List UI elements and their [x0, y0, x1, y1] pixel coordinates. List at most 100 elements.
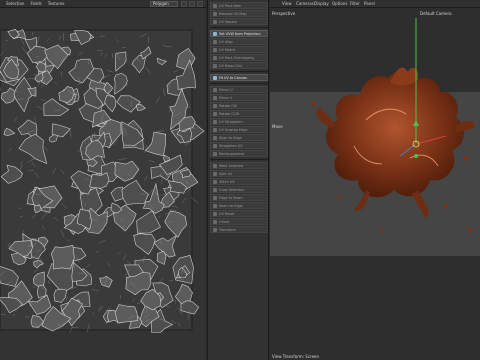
3d-viewport[interactable]: Perspective Default Camera Move View Tra…	[270, 8, 480, 360]
uv-command-button[interactable]: Rectangularize	[210, 150, 268, 157]
uv-command-button[interactable]: Grow Selection	[210, 186, 268, 193]
uv-command-label: Split UV	[219, 171, 233, 176]
uv-command-icon	[213, 163, 217, 168]
uv-menu-selection[interactable]: Selection	[6, 1, 24, 6]
uv-command-icon	[213, 39, 217, 44]
uv-command-icon	[213, 195, 217, 200]
uv-command-label: UV Pack Overlapping	[219, 55, 255, 60]
uv-editor-menubar: Selection Fields Textures Polygon	[0, 0, 206, 8]
uv-command-icon	[213, 127, 217, 132]
uv-command-label: Orient	[219, 219, 230, 224]
uv-command-button[interactable]: UV Square	[210, 18, 268, 25]
uv-command-label: Edge to Seam	[219, 195, 243, 200]
uv-command-icon	[213, 111, 217, 116]
uv-canvas[interactable]	[0, 8, 206, 360]
uv-command-button[interactable]: UV Relax Grid	[210, 62, 268, 69]
uv-command-icon	[213, 31, 217, 36]
uv-command-icon	[213, 11, 217, 16]
pan-tool-icon[interactable]	[189, 1, 195, 7]
uv-command-button[interactable]: Rotate CW	[210, 102, 268, 109]
uv-command-button[interactable]: Split UV	[210, 170, 268, 177]
uv-command-button[interactable]: Weld Selected	[210, 162, 268, 169]
uv-command-label: Set UVW from Projection	[219, 31, 261, 36]
uv-command-button[interactable]: Mirror V	[210, 94, 268, 101]
uv-command-icon	[213, 75, 217, 80]
vp-menu-options[interactable]: Options	[332, 1, 347, 6]
zoom-tool-icon[interactable]	[181, 1, 187, 7]
uv-command-icon	[213, 3, 217, 8]
vp-menu-filter[interactable]: Filter	[350, 1, 360, 6]
uv-command-label: Straighten UV	[219, 143, 243, 148]
uv-command-panel: UV Pack Item Relaxed UV Map UV Square Set U…	[207, 0, 269, 360]
uv-command-label: UV Align	[219, 39, 234, 44]
panel-divider	[210, 83, 268, 84]
uv-command-icon	[213, 227, 217, 232]
uv-command-label: UV Square	[219, 19, 237, 24]
uv-command-button[interactable]: Rotate CCW	[210, 110, 268, 117]
uv-command-button[interactable]: Straighten UV	[210, 142, 268, 149]
uv-command-button[interactable]: UV Pack Overlapping	[210, 54, 268, 61]
uv-command-label: UV Straighten	[219, 119, 243, 124]
uv-command-icon	[213, 55, 217, 60]
uv-command-button[interactable]: Fit UV to Canvas	[210, 74, 268, 81]
uv-command-label: Fit UV to Canvas	[219, 75, 247, 80]
uv-command-button[interactable]: Relaxed UV Map	[210, 10, 268, 17]
uv-command-icon	[213, 179, 217, 184]
uv-command-icon	[213, 171, 217, 176]
uv-command-button[interactable]: Align to Edge	[210, 134, 268, 141]
uv-command-icon	[213, 95, 217, 100]
vp-menu-cameras[interactable]: Cameras	[296, 1, 314, 6]
uv-command-button[interactable]: Edge to Seam	[210, 194, 268, 201]
uv-command-button[interactable]: Set UVW from Projection	[210, 30, 268, 37]
uv-command-icon	[213, 19, 217, 24]
uv-command-icon	[213, 211, 217, 216]
uv-command-icon	[213, 187, 217, 192]
uv-command-icon	[213, 63, 217, 68]
uv-command-button[interactable]: Mirror U	[210, 86, 268, 93]
uv-command-icon	[213, 135, 217, 140]
uv-command-button[interactable]: UV Pack Item	[210, 2, 268, 9]
uv-command-button[interactable]: Stitch UV	[210, 178, 268, 185]
uv-command-label: Rectangularize	[219, 151, 245, 156]
uv-command-button[interactable]: Orient	[210, 218, 268, 225]
camera-name-label[interactable]: Default Camera	[420, 11, 452, 16]
uv-menu-textures[interactable]: Textures	[48, 1, 65, 6]
vp-menu-display[interactable]: Display	[314, 1, 329, 6]
vp-menu-view[interactable]: View	[282, 1, 292, 6]
uv-command-button[interactable]: UV Reset	[210, 210, 268, 217]
view-name-label: Perspective	[272, 11, 296, 16]
uv-command-button[interactable]: UV Match	[210, 46, 268, 53]
uv-command-icon	[213, 151, 217, 156]
uv-command-icon	[213, 119, 217, 124]
panel-divider	[210, 71, 268, 72]
uv-command-button[interactable]: UV Align	[210, 38, 268, 45]
chocolate-splash-model	[312, 18, 475, 232]
uv-command-label: Relaxed UV Map	[219, 11, 247, 16]
uv-command-label: Mirror V	[219, 95, 233, 100]
uv-command-label: Grow Selection	[219, 187, 245, 192]
uv-command-icon	[213, 143, 217, 148]
uv-command-label: Stitch UV	[219, 179, 235, 184]
move-tool-label: Move	[272, 124, 283, 129]
fit-view-icon[interactable]	[197, 1, 203, 7]
panel-divider	[210, 27, 268, 28]
uv-command-label: UV Unwrap Edge	[219, 127, 248, 132]
uv-command-button[interactable]: UV Straighten	[210, 118, 268, 125]
uv-command-button[interactable]: Transform	[210, 226, 268, 233]
uv-menu-fields[interactable]: Fields	[30, 1, 41, 6]
viewport-status: View Transform: Screen	[272, 354, 320, 359]
vp-menu-panel[interactable]: Panel	[364, 1, 375, 6]
uv-command-label: UV Relax Grid	[219, 63, 243, 68]
uv-command-label: Align to Edge	[219, 135, 242, 140]
uv-command-label: Weld Selected	[219, 163, 244, 168]
uv-command-icon	[213, 103, 217, 108]
uv-command-label: UV Reset	[219, 211, 235, 216]
viewport-menubar: View Cameras Display Options Filter Pane…	[270, 0, 480, 8]
uv-command-icon	[213, 203, 217, 208]
uv-command-label: Transform	[219, 227, 236, 232]
uv-command-button[interactable]: Seam to Edge	[210, 202, 268, 209]
uv-command-button[interactable]: UV Unwrap Edge	[210, 126, 268, 133]
uv-command-label: Seam to Edge	[219, 203, 243, 208]
panel-divider	[210, 159, 268, 160]
projection-select[interactable]: Polygon	[150, 1, 178, 7]
